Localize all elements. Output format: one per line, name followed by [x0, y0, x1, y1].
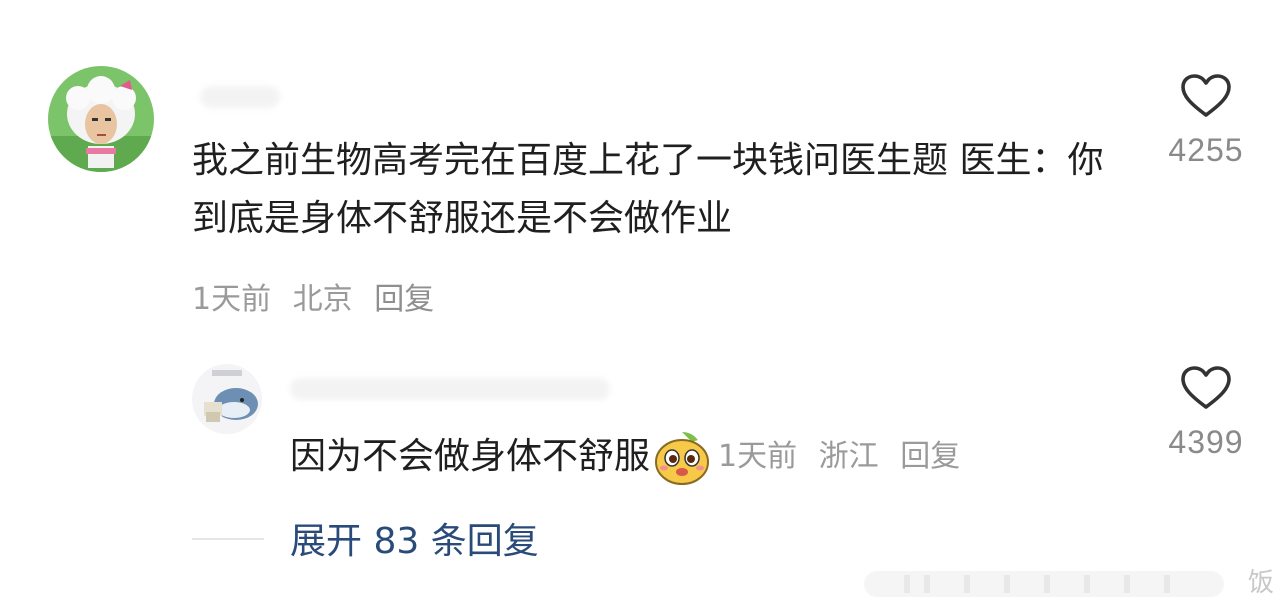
reply-like-button[interactable]: 4399	[1156, 366, 1256, 461]
comment-meta: 1天前 北京 回复	[192, 274, 446, 318]
reply-text: 因为不会做身体不舒服	[290, 436, 651, 477]
comment-time: 1天前	[192, 282, 272, 317]
reply-location: 浙江	[818, 439, 879, 474]
reply-reply-button[interactable]: 回复	[900, 439, 960, 474]
watermark-text: 饭	[1247, 568, 1274, 598]
heart-outline-icon	[1181, 74, 1231, 117]
reply-meta: 1天前 浙江 回复	[718, 430, 972, 484]
cute-face-emoji-icon	[655, 432, 710, 485]
comment-location: 北京	[292, 282, 353, 317]
comment-like-count: 4255	[1168, 132, 1244, 168]
comment-author-name-blurred[interactable]	[200, 86, 280, 108]
comment-text: 我之前生物高考完在百度上花了一块钱问医生题 医生：你到底是身体不舒服还是不会做作…	[192, 140, 1104, 239]
reply-author-name-blurred[interactable]	[290, 378, 610, 400]
reply-author-avatar[interactable]	[192, 364, 262, 434]
expand-replies-button[interactable]: 展开 83 条回复	[290, 512, 539, 564]
expand-divider	[192, 538, 264, 540]
reply-time: 1天前	[718, 439, 798, 474]
comment-author-avatar[interactable]	[48, 66, 154, 172]
reply-like-count: 4399	[1168, 424, 1244, 460]
watermark	[864, 571, 1224, 597]
reply-content: 因为不会做身体不舒服 1天前 浙江 回复	[290, 428, 972, 486]
heart-outline-icon	[1181, 366, 1231, 409]
comment-reply-button[interactable]: 回复	[374, 282, 434, 317]
comment-like-button[interactable]: 4255	[1156, 74, 1256, 169]
